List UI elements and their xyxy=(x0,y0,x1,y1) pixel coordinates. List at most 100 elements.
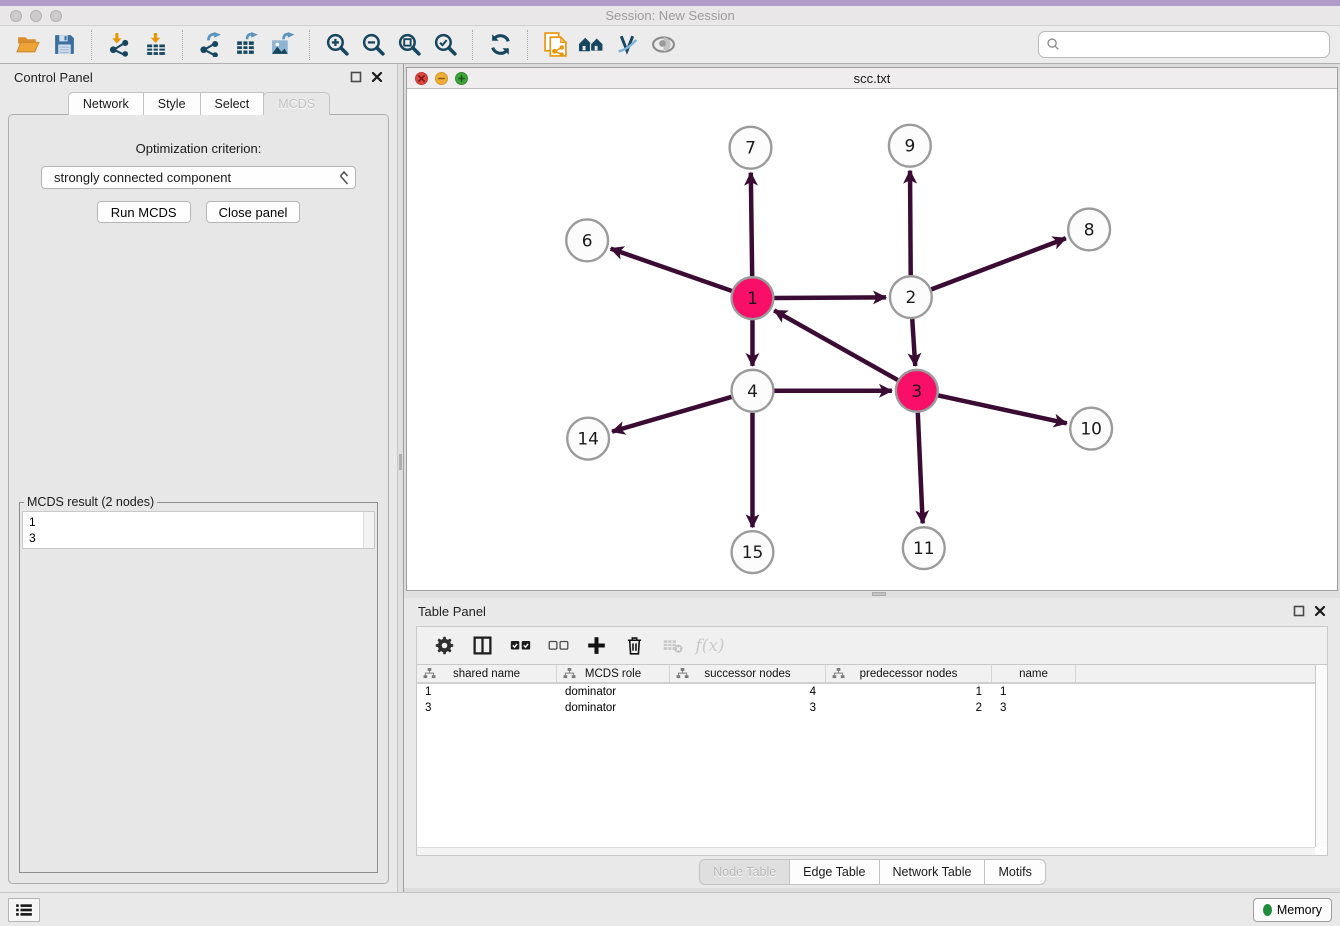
task-history-button[interactable] xyxy=(8,898,40,922)
edge-1-7[interactable] xyxy=(751,173,752,277)
float-panel-icon[interactable] xyxy=(1292,605,1305,618)
select-all-icon[interactable] xyxy=(506,632,534,660)
node-10[interactable]: 10 xyxy=(1070,408,1112,450)
cell-successor-nodes[interactable]: 3 xyxy=(670,702,826,714)
zoom-selected-icon[interactable] xyxy=(430,30,460,60)
export-table-icon[interactable] xyxy=(231,30,261,60)
close-view-icon[interactable] xyxy=(415,72,428,85)
table-row[interactable]: 3dominator323 xyxy=(417,700,1327,716)
maximize-view-icon[interactable] xyxy=(455,72,468,85)
column-header-predecessor-nodes[interactable]: predecessor nodes xyxy=(826,665,992,682)
search-input[interactable] xyxy=(1061,32,1322,57)
hide-labels-icon[interactable] xyxy=(612,30,642,60)
node-15[interactable]: 15 xyxy=(732,531,774,573)
mcds-result-scrollbar[interactable] xyxy=(363,512,374,548)
node-4[interactable]: 4 xyxy=(732,370,774,412)
cell-mcds-role[interactable]: dominator xyxy=(557,702,670,714)
edge-1-6[interactable] xyxy=(611,249,732,291)
optimization-criterion-select[interactable]: strongly connected component xyxy=(41,166,356,189)
node-label: 8 xyxy=(1084,219,1095,239)
close-panel-button[interactable]: Close panel xyxy=(206,201,301,223)
open-folder-icon[interactable] xyxy=(13,30,43,60)
close-window-dot[interactable] xyxy=(10,10,22,22)
table-vertical-scrollbar[interactable] xyxy=(1315,665,1327,847)
import-table-icon[interactable] xyxy=(140,30,170,60)
table-horizontal-scrollbar[interactable] xyxy=(417,847,1315,855)
cell-name[interactable]: 3 xyxy=(992,702,1076,714)
node-1[interactable]: 1 xyxy=(732,277,774,319)
maximize-window-dot[interactable] xyxy=(50,10,62,22)
first-neighbors-icon[interactable] xyxy=(576,30,606,60)
node-3[interactable]: 3 xyxy=(896,370,938,412)
cell-name[interactable]: 1 xyxy=(992,686,1076,698)
export-network-icon[interactable] xyxy=(195,30,225,60)
edge-1-2[interactable] xyxy=(774,297,886,298)
cell-shared-name[interactable]: 1 xyxy=(417,686,557,698)
edge-2-8[interactable] xyxy=(931,238,1066,289)
node-8[interactable]: 8 xyxy=(1068,209,1110,251)
network-canvas[interactable]: 7 9 6 8 1 2 4 3 14 10 15 11 xyxy=(407,89,1337,590)
tab-mcds[interactable]: MCDS xyxy=(263,92,330,115)
network-file-icon[interactable] xyxy=(540,30,570,60)
memory-button[interactable]: Memory xyxy=(1253,898,1332,922)
add-icon[interactable] xyxy=(582,632,610,660)
node-6[interactable]: 6 xyxy=(566,219,608,261)
column-header-name[interactable]: name xyxy=(992,665,1076,682)
close-panel-icon[interactable] xyxy=(1313,605,1326,618)
save-icon[interactable] xyxy=(49,30,79,60)
node-7[interactable]: 7 xyxy=(730,127,772,169)
cell-mcds-role[interactable]: dominator xyxy=(557,686,670,698)
cell-predecessor-nodes[interactable]: 1 xyxy=(826,686,992,698)
tab-style[interactable]: Style xyxy=(143,92,201,115)
edge-3-11[interactable] xyxy=(918,413,923,524)
refresh-icon[interactable] xyxy=(485,30,515,60)
network-window-controls[interactable] xyxy=(415,72,468,85)
column-header-shared-name[interactable]: shared name xyxy=(417,665,557,682)
horizontal-splitter[interactable] xyxy=(404,591,1340,598)
splitter-grip[interactable] xyxy=(399,454,402,470)
tab-network-table[interactable]: Network Table xyxy=(879,859,986,885)
run-mcds-button[interactable]: Run MCDS xyxy=(97,201,191,223)
deselect-all-icon[interactable] xyxy=(544,632,572,660)
tab-select[interactable]: Select xyxy=(200,92,265,115)
tab-motifs[interactable]: Motifs xyxy=(984,859,1045,885)
delete-icon[interactable] xyxy=(620,632,648,660)
edge-3-10[interactable] xyxy=(938,395,1067,423)
gear-icon[interactable] xyxy=(430,632,458,660)
cell-successor-nodes[interactable]: 4 xyxy=(670,686,826,698)
splitter-grip[interactable] xyxy=(872,592,886,596)
zoom-in-icon[interactable] xyxy=(322,30,352,60)
window-controls[interactable] xyxy=(10,10,62,22)
vertical-splitter[interactable] xyxy=(397,64,404,892)
tab-node-table[interactable]: Node Table xyxy=(699,859,790,885)
import-network-icon[interactable] xyxy=(104,30,134,60)
export-image-icon[interactable] xyxy=(267,30,297,60)
column-header-successor-nodes[interactable]: successor nodes xyxy=(670,665,826,682)
node-11[interactable]: 11 xyxy=(903,527,945,569)
minimize-window-dot[interactable] xyxy=(30,10,42,22)
mcds-result-box[interactable]: 13 xyxy=(22,511,375,549)
zoom-fit-icon[interactable] xyxy=(394,30,424,60)
edge-2-9[interactable] xyxy=(910,171,911,276)
search-box[interactable] xyxy=(1038,31,1330,58)
network-window-titlebar: scc.txt xyxy=(407,68,1337,89)
node-9[interactable]: 9 xyxy=(889,125,931,167)
edge-3-1[interactable] xyxy=(774,310,898,380)
columns-icon[interactable] xyxy=(468,632,496,660)
table-row[interactable]: 1dominator411 xyxy=(417,684,1327,700)
node-14[interactable]: 14 xyxy=(567,418,609,460)
cell-predecessor-nodes[interactable]: 2 xyxy=(826,702,992,714)
node-2[interactable]: 2 xyxy=(890,276,932,318)
cell-shared-name[interactable]: 3 xyxy=(417,702,557,714)
minimize-view-icon[interactable] xyxy=(435,72,448,85)
column-header-mcds-role[interactable]: MCDS role xyxy=(557,665,670,682)
search-icon xyxy=(1046,37,1061,52)
tab-edge-table[interactable]: Edge Table xyxy=(789,859,879,885)
edge-2-3[interactable] xyxy=(912,319,915,366)
tab-network[interactable]: Network xyxy=(68,92,144,115)
zoom-out-icon[interactable] xyxy=(358,30,388,60)
close-panel-icon[interactable] xyxy=(370,71,383,84)
float-panel-icon[interactable] xyxy=(349,71,362,84)
edge-4-14[interactable] xyxy=(612,397,731,432)
eye-icon[interactable] xyxy=(648,30,678,60)
